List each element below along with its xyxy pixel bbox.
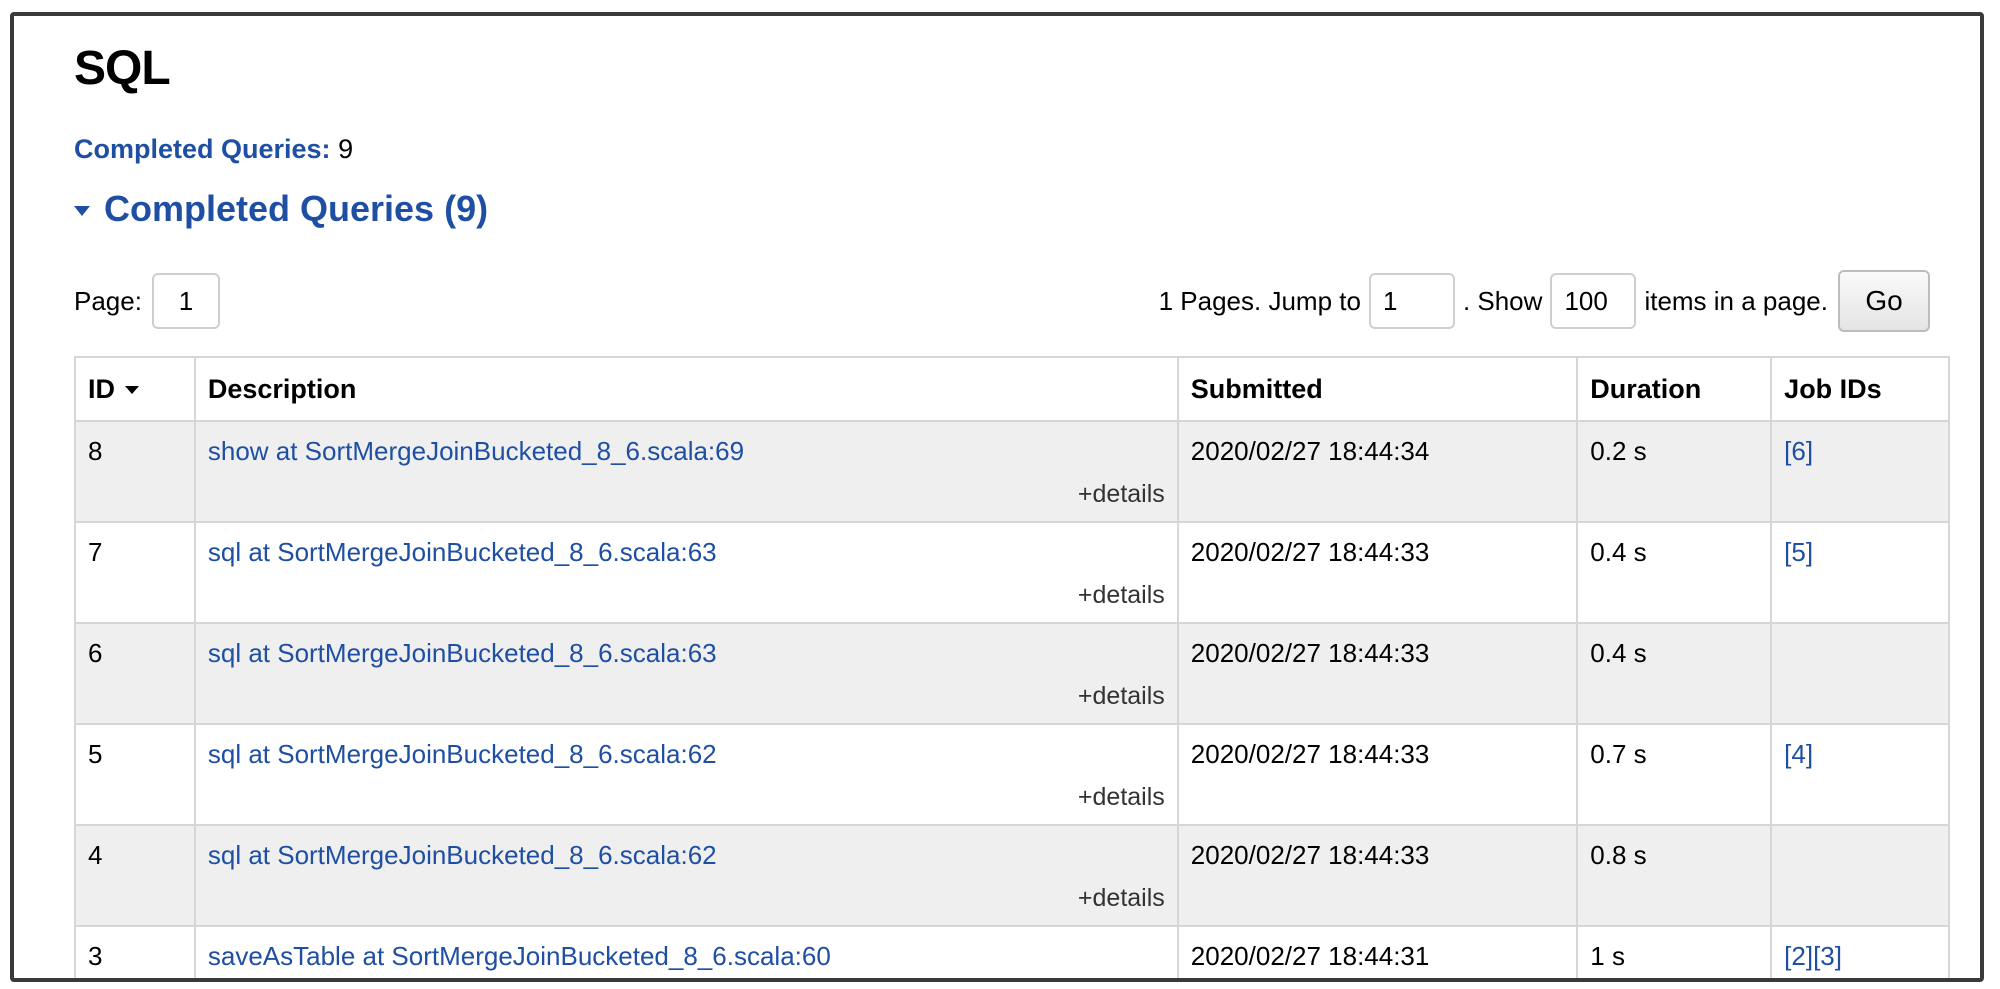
cell-duration: 0.8 s [1576, 824, 1773, 927]
details-toggle[interactable]: +details [1078, 682, 1165, 711]
column-header-submitted[interactable]: Submitted [1176, 356, 1579, 422]
cell-id: 3 [74, 925, 196, 978]
job-id-link[interactable]: [2][3] [1784, 941, 1842, 971]
items-per-page-text: items in a page. [1644, 285, 1828, 316]
query-description-link[interactable]: sql at SortMergeJoinBucketed_8_6.scala:6… [208, 537, 717, 567]
cell-submitted: 2020/02/27 18:44:34 [1176, 420, 1579, 523]
job-id-link[interactable]: [5] [1784, 537, 1813, 567]
cell-job-ids: [2][3] [1770, 925, 1950, 978]
cell-description: sql at SortMergeJoinBucketed_8_6.scala:6… [193, 723, 1179, 826]
cell-job-ids: [6] [1770, 420, 1950, 523]
go-button[interactable]: Go [1838, 270, 1930, 332]
browser-frame: SQL Completed Queries: 9 Completed Queri… [10, 12, 1984, 982]
cell-job-ids [1770, 622, 1950, 725]
cell-submitted: 2020/02/27 18:44:31 [1176, 925, 1579, 978]
cell-id: 5 [74, 723, 196, 826]
cell-job-ids: [4] [1770, 723, 1950, 826]
jump-to-page-input[interactable]: 1 [1368, 273, 1455, 329]
table-header-row: ID Description Submitted Duration Job ID… [74, 356, 1950, 422]
query-description-link[interactable]: sql at SortMergeJoinBucketed_8_6.scala:6… [208, 739, 717, 769]
show-text: . Show [1462, 285, 1543, 316]
column-header-id[interactable]: ID [74, 356, 196, 422]
completed-queries-section-toggle[interactable]: Completed Queries (9) [74, 188, 488, 230]
query-description-link[interactable]: sql at SortMergeJoinBucketed_8_6.scala:6… [208, 638, 717, 668]
page-number-box[interactable]: 1 [151, 273, 220, 329]
cell-submitted: 2020/02/27 18:44:33 [1176, 723, 1579, 826]
cell-id: 4 [74, 824, 196, 927]
cell-duration: 1 s [1576, 925, 1773, 978]
page-title: SQL [74, 42, 171, 95]
column-header-duration[interactable]: Duration [1576, 356, 1773, 422]
completed-queries-summary: Completed Queries: 9 [74, 134, 353, 165]
query-description-link[interactable]: sql at SortMergeJoinBucketed_8_6.scala:6… [208, 840, 717, 870]
page-indicator: Page: 1 [74, 268, 220, 334]
cell-duration: 0.7 s [1576, 723, 1773, 826]
cell-submitted: 2020/02/27 18:44:33 [1176, 521, 1579, 624]
cell-description: sql at SortMergeJoinBucketed_8_6.scala:6… [193, 824, 1179, 927]
table-row: 5 sql at SortMergeJoinBucketed_8_6.scala… [74, 723, 1950, 826]
cell-description: sql at SortMergeJoinBucketed_8_6.scala:6… [193, 521, 1179, 624]
details-toggle[interactable]: +details [1078, 783, 1165, 812]
cell-description: show at SortMergeJoinBucketed_8_6.scala:… [193, 420, 1179, 523]
page-label: Page: [74, 285, 142, 316]
pages-text: 1 Pages. Jump to [1158, 285, 1361, 316]
completed-queries-table: ID Description Submitted Duration Job ID… [74, 356, 1950, 978]
cell-job-ids [1770, 824, 1950, 927]
cell-description: saveAsTable at SortMergeJoinBucketed_8_6… [193, 925, 1179, 978]
table-row: 6 sql at SortMergeJoinBucketed_8_6.scala… [74, 622, 1950, 725]
job-id-link[interactable]: [4] [1784, 739, 1813, 769]
details-toggle[interactable]: +details [1078, 581, 1165, 610]
cell-id: 7 [74, 521, 196, 624]
details-toggle[interactable]: +details [1078, 480, 1165, 509]
table-row: 7 sql at SortMergeJoinBucketed_8_6.scala… [74, 521, 1950, 624]
column-header-description[interactable]: Description [193, 356, 1179, 422]
cell-submitted: 2020/02/27 18:44:33 [1176, 622, 1579, 725]
cell-id: 6 [74, 622, 196, 725]
page-controls: 1 Pages. Jump to 1 . Show 100 items in a… [1159, 268, 1930, 334]
cell-duration: 0.4 s [1576, 622, 1773, 725]
collapse-arrow-icon [74, 206, 90, 216]
cell-job-ids: [5] [1770, 521, 1950, 624]
completed-queries-link[interactable]: Completed Queries: [74, 134, 331, 164]
cell-duration: 0.2 s [1576, 420, 1773, 523]
table-row: 8 show at SortMergeJoinBucketed_8_6.scal… [74, 420, 1950, 523]
cell-duration: 0.4 s [1576, 521, 1773, 624]
sort-desc-icon [125, 386, 139, 395]
table-row: 3 saveAsTable at SortMergeJoinBucketed_8… [74, 925, 1950, 978]
section-title: Completed Queries (9) [104, 188, 489, 229]
cell-description: sql at SortMergeJoinBucketed_8_6.scala:6… [193, 622, 1179, 725]
column-header-job-ids[interactable]: Job IDs [1770, 356, 1950, 422]
pagination-bar: Page: 1 1 Pages. Jump to 1 . Show 100 it… [74, 268, 1930, 334]
job-id-link[interactable]: [6] [1784, 436, 1813, 466]
query-description-link[interactable]: show at SortMergeJoinBucketed_8_6.scala:… [208, 436, 744, 466]
page-size-input[interactable]: 100 [1550, 273, 1637, 329]
completed-queries-count: 9 [338, 134, 354, 164]
table-row: 4 sql at SortMergeJoinBucketed_8_6.scala… [74, 824, 1950, 927]
cell-submitted: 2020/02/27 18:44:33 [1176, 824, 1579, 927]
query-description-link[interactable]: saveAsTable at SortMergeJoinBucketed_8_6… [208, 941, 831, 971]
cell-id: 8 [74, 420, 196, 523]
details-toggle[interactable]: +details [1078, 884, 1165, 913]
